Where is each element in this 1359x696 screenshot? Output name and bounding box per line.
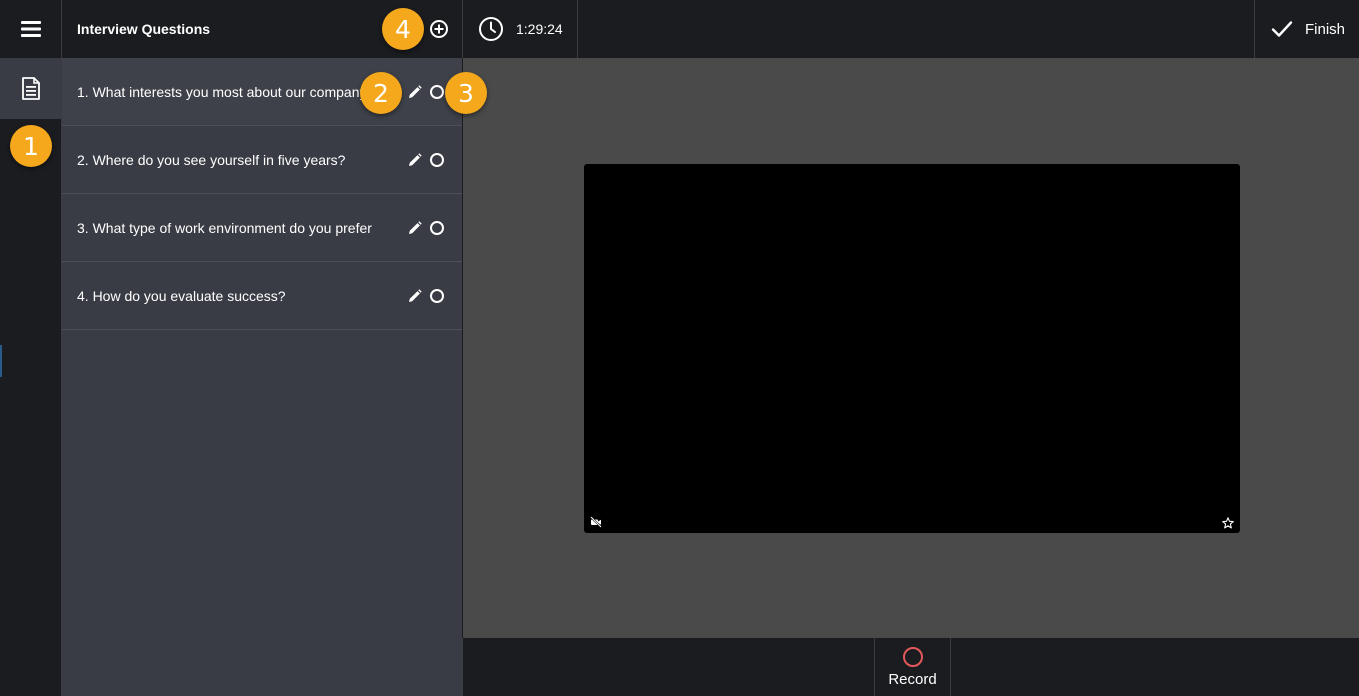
video-preview [584,164,1240,533]
rail-indicator [0,345,2,377]
camera-off-icon[interactable] [590,516,602,528]
left-rail [0,0,62,696]
question-text: 1. What interests you most about our com… [77,83,372,100]
menu-button[interactable] [0,0,61,58]
questions-panel: Interview Questions 1. What interests yo… [62,0,462,696]
finish-button[interactable]: Finish [1254,0,1359,58]
edit-pencil-icon[interactable] [407,220,423,236]
star-icon[interactable] [1222,517,1234,529]
finish-label: Finish [1305,20,1346,38]
hamburger-menu-icon [20,21,41,37]
question-status-circle[interactable] [430,85,444,99]
edit-pencil-icon[interactable] [407,288,423,304]
document-icon [21,77,40,100]
question-item[interactable]: 3. What type of work environment do you … [62,194,462,262]
clock-icon [479,17,503,41]
add-question-icon[interactable] [429,19,449,39]
callout-badge-2: 2 [360,72,402,114]
question-item[interactable]: 1. What interests you most about our com… [62,58,462,126]
question-status-circle[interactable] [430,221,444,235]
bottom-bar: Record [462,638,1359,696]
edit-pencil-icon[interactable] [407,152,423,168]
top-bar: 1:29:24 Finish [462,0,1359,58]
timer-value: 1:29:24 [516,21,563,37]
panel-title: Interview Questions [77,21,211,37]
question-status-circle[interactable] [430,289,444,303]
record-label: Record [888,670,937,688]
question-item[interactable]: 2. Where do you see yourself in five yea… [62,126,462,194]
question-text: 4. How do you evaluate success? [77,287,286,304]
questions-tab[interactable] [0,58,61,119]
timer: 1:29:24 [463,0,578,58]
question-status-circle[interactable] [430,153,444,167]
callout-badge-3: 3 [445,72,487,114]
question-text: 2. Where do you see yourself in five yea… [77,151,346,168]
video-stage [463,58,1359,638]
checkmark-icon [1271,21,1293,37]
callout-badge-1: 1 [10,125,52,167]
callout-badge-4: 4 [382,8,424,50]
question-text: 3. What type of work environment do you … [77,219,372,236]
record-icon [902,646,923,667]
question-item[interactable]: 4. How do you evaluate success? [62,262,462,330]
record-button[interactable]: Record [874,638,951,696]
edit-pencil-icon[interactable] [407,84,423,100]
